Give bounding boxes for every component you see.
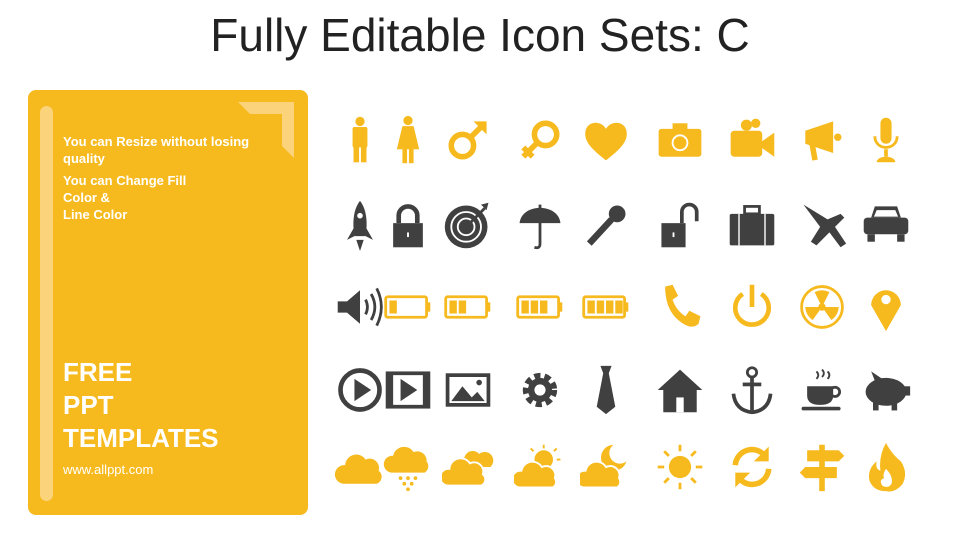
briefcase-icon — [726, 199, 782, 255]
power-icon — [726, 281, 782, 337]
resize-note: You can Resize without losing quality — [63, 134, 250, 166]
car-icon — [860, 199, 916, 255]
color-note-line: Color & — [63, 190, 110, 205]
brand-heading: FREE PPT TEMPLATES — [63, 356, 219, 455]
clouds-icon — [439, 441, 498, 497]
microphone-icon — [860, 114, 916, 170]
color-note-line: Line Color — [63, 207, 128, 222]
battery-3-icon — [514, 281, 570, 337]
signpost-icon — [796, 441, 852, 497]
card-accent-bar — [40, 106, 53, 501]
location-pin-icon — [860, 281, 916, 337]
website-url: www.allppt.com — [63, 462, 154, 477]
battery-1-icon — [382, 281, 438, 337]
sun-cloud-icon — [511, 441, 570, 497]
female-symbol-icon — [514, 114, 570, 170]
piggy-bank-icon — [860, 364, 916, 420]
fire-icon — [860, 441, 916, 497]
image-icon — [442, 364, 498, 420]
phone-icon — [654, 281, 710, 337]
tie-icon — [580, 364, 636, 420]
umbrella-icon — [514, 199, 570, 255]
info-card: You can Resize without losing quality Yo… — [28, 90, 308, 515]
battery-4-icon — [580, 281, 636, 337]
heart-icon — [580, 114, 636, 170]
radiation-icon — [796, 281, 852, 337]
brand-line: TEMPLATES — [63, 423, 219, 453]
target-icon — [442, 199, 498, 255]
film-icon — [382, 364, 438, 420]
lock-icon — [382, 199, 438, 255]
unlock-icon — [654, 199, 710, 255]
refresh-icon — [726, 441, 782, 497]
brand-line: FREE — [63, 357, 133, 387]
anchor-icon — [726, 364, 782, 420]
slide-title: Fully Editable Icon Sets: C — [210, 9, 750, 61]
battery-2-icon — [442, 281, 498, 337]
camera-icon — [654, 114, 710, 170]
sun-icon — [654, 441, 710, 497]
house-icon — [654, 364, 710, 420]
brand-line: PPT — [63, 390, 114, 420]
coffee-icon — [796, 364, 852, 420]
video-camera-icon — [726, 114, 782, 170]
color-note-line: You can Change Fill — [63, 173, 187, 188]
megaphone-icon — [796, 114, 852, 170]
moon-cloud-icon — [575, 441, 636, 497]
gear-icon — [514, 364, 570, 420]
color-note: You can Change Fill Color & Line Color — [63, 172, 253, 223]
male-symbol-icon — [442, 114, 498, 170]
key-icon — [580, 199, 636, 255]
rain-cloud-icon — [382, 441, 438, 497]
airplane-icon — [796, 199, 852, 255]
female-icon — [382, 114, 438, 170]
